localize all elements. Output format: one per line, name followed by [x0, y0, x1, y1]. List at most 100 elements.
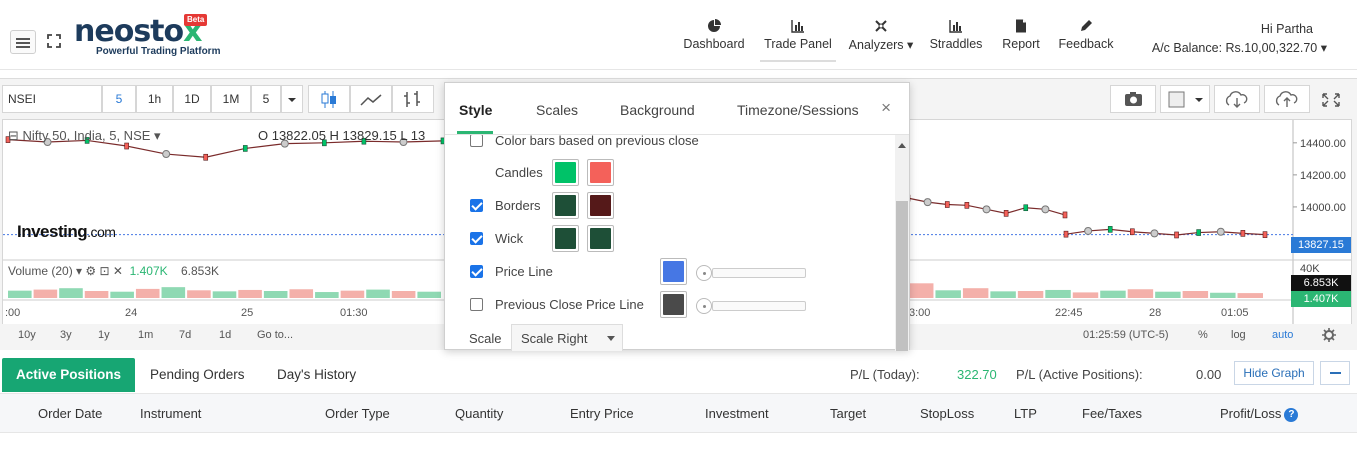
tab-pending-orders[interactable]: Pending Orders [136, 358, 259, 392]
column-header[interactable]: Quantity [455, 406, 503, 421]
borders-checkbox[interactable] [470, 199, 483, 212]
column-header[interactable]: Profit/Loss? [1220, 406, 1299, 422]
hide-graph-button[interactable]: Hide Graph [1234, 361, 1314, 385]
screenshot-button[interactable] [1110, 85, 1156, 113]
tools-icon [875, 20, 887, 32]
event-marker [1084, 226, 1093, 235]
timeframe-dropdown[interactable] [281, 85, 303, 113]
prev-close-color[interactable] [660, 291, 687, 318]
go-to-date[interactable]: Go to... [257, 329, 293, 341]
tab-background[interactable]: Background [620, 102, 695, 118]
column-header[interactable]: Order Type [325, 406, 390, 421]
scroll-up-icon[interactable] [898, 143, 906, 148]
nav-analyzers[interactable]: Analyzers ▾ [846, 18, 916, 62]
column-header[interactable]: Order Date [38, 406, 102, 421]
column-header[interactable]: Target [830, 406, 866, 421]
x-tick-label: :00 [5, 307, 20, 319]
volume-bar [8, 290, 32, 298]
range-1y[interactable]: 1y [98, 329, 110, 341]
user-account[interactable]: Hi Partha A/c Balance: Rs.10,00,322.70 ▾ [1152, 22, 1327, 55]
volume-bar [187, 290, 211, 298]
column-header[interactable]: StopLoss [920, 406, 974, 421]
candles-style-button[interactable] [308, 85, 350, 113]
range-3y[interactable]: 3y [60, 329, 72, 341]
column-header[interactable]: Entry Price [570, 406, 634, 421]
nav-label: Trade Panel [764, 37, 832, 51]
x-tick-label: 28 [1149, 307, 1161, 319]
range-1d[interactable]: 1d [219, 329, 231, 341]
volume-bar [289, 289, 314, 298]
event-marker [162, 150, 171, 159]
wick-checkbox[interactable] [470, 232, 483, 245]
column-header[interactable]: LTP [1014, 406, 1037, 421]
nav-dashboard[interactable]: Dashboard [683, 18, 745, 62]
indicators-button[interactable] [392, 85, 434, 113]
column-header[interactable]: Instrument [140, 406, 201, 421]
price-line-width-slider[interactable] [696, 265, 806, 281]
active-tab-indicator [457, 131, 493, 134]
gear-icon[interactable] [1322, 328, 1336, 342]
range-10y[interactable]: 10y [18, 329, 36, 341]
nav-report[interactable]: Report [1000, 18, 1042, 62]
volume-bar [59, 288, 83, 298]
nav-feedback[interactable]: Feedback [1058, 18, 1114, 62]
symbol-input[interactable]: NSEI [2, 85, 102, 113]
timeframe-5[interactable]: 5 [102, 85, 136, 113]
range-1m[interactable]: 1m [138, 329, 153, 341]
help-icon[interactable]: ? [1284, 408, 1299, 422]
timeframe-1d[interactable]: 1D [173, 85, 211, 113]
volume-bar [366, 289, 390, 298]
price-line-color[interactable] [660, 258, 687, 285]
color-fill [590, 195, 611, 216]
timeframe-1m[interactable]: 1M [211, 85, 251, 113]
borders-up-color[interactable] [552, 192, 579, 219]
chart-fullscreen-button[interactable] [1314, 85, 1350, 113]
wick-up-color[interactable] [552, 225, 579, 252]
column-header[interactable]: Investment [705, 406, 769, 421]
slider-knob[interactable] [696, 265, 712, 281]
collapse-button[interactable] [1320, 361, 1350, 385]
color-bars-checkbox[interactable] [470, 135, 483, 147]
neostox-logo[interactable]: neostox Beta Powerful Trading Platform [74, 14, 220, 60]
candles-down-color[interactable] [587, 159, 614, 186]
x-tick-label: 25 [241, 307, 253, 319]
volume-bar [1210, 292, 1236, 298]
tab-days-history[interactable]: Day's History [263, 358, 370, 392]
wick-down-color[interactable] [587, 225, 614, 252]
tab-scales[interactable]: Scales [536, 102, 578, 118]
line-chart-icon [360, 94, 382, 106]
menu-button[interactable] [10, 30, 36, 54]
prev-close-width-slider[interactable] [696, 298, 806, 314]
borders-down-color[interactable] [587, 192, 614, 219]
percent-toggle[interactable]: % [1198, 329, 1208, 341]
prev-close-checkbox[interactable] [470, 298, 483, 311]
logo-text: neostox [74, 14, 203, 49]
auto-toggle[interactable]: auto [1272, 329, 1293, 341]
scrollbar-thumb[interactable] [896, 201, 908, 351]
slider-knob[interactable] [696, 298, 712, 314]
nav-trade-panel[interactable]: Trade Panel [760, 18, 836, 62]
line-style-button[interactable] [350, 85, 392, 113]
column-header[interactable]: Fee/Taxes [1082, 406, 1142, 421]
timeframe-custom[interactable]: 5 [251, 85, 281, 113]
price-line-checkbox[interactable] [470, 265, 483, 278]
cloud-upload-button[interactable] [1264, 85, 1310, 113]
close-icon[interactable]: × [881, 98, 891, 118]
cloud-download-button[interactable] [1214, 85, 1260, 113]
volume-bar [391, 291, 416, 298]
fullscreen-icon[interactable] [46, 33, 62, 49]
scale-select[interactable]: Scale Right [511, 324, 623, 351]
log-toggle[interactable]: log [1231, 329, 1246, 341]
tab-timezone-sessions[interactable]: Timezone/Sessions [737, 102, 859, 118]
x-tick-label: 01:05 [1221, 307, 1249, 319]
nav-label: Feedback [1058, 37, 1114, 51]
dialog-scrollbar[interactable] [895, 135, 909, 351]
nav-straddles[interactable]: Straddles [928, 18, 984, 62]
tab-style[interactable]: Style [459, 102, 492, 118]
volume-bar [1100, 290, 1126, 298]
layout-select[interactable] [1160, 85, 1210, 113]
range-7d[interactable]: 7d [179, 329, 191, 341]
tab-active-positions[interactable]: Active Positions [2, 358, 136, 392]
timeframe-1h[interactable]: 1h [136, 85, 173, 113]
candles-up-color[interactable] [552, 159, 579, 186]
